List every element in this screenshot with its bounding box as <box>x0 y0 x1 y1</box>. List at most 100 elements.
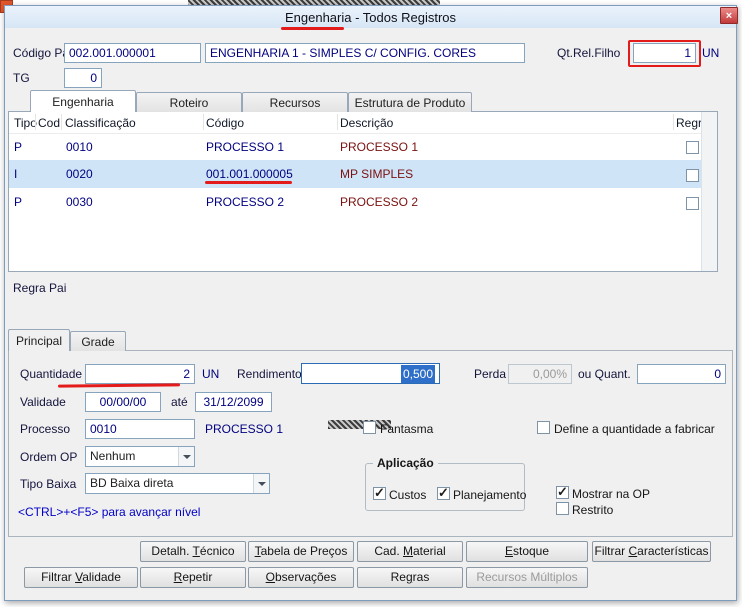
ou-quant-label: ou Quant. <box>578 367 631 381</box>
cad-material-button[interactable]: Cad. Material <box>357 541 463 562</box>
tab-grade[interactable]: Grade <box>70 331 126 351</box>
quantidade-field[interactable]: 2 <box>85 364 195 384</box>
grid-header-tipo[interactable]: Tipo <box>14 116 37 130</box>
chevron-down-icon[interactable] <box>253 474 269 493</box>
perda-label: Perda <box>474 367 506 381</box>
grid-row1-descricao[interactable]: PROCESSO 1 <box>340 140 418 154</box>
grid-header-descricao[interactable]: Descrição <box>340 116 393 130</box>
codigo-pai-label: Código Pai <box>13 46 72 60</box>
tipo-baixa-label: Tipo Baixa <box>20 477 76 491</box>
avancar-nivel-hint[interactable]: <CTRL>+<F5> para avançar nível <box>18 505 200 519</box>
button-text: écnico <box>200 544 235 558</box>
button-text: Recursos Múltiplos <box>476 570 577 584</box>
button-text: epetir <box>182 570 212 584</box>
grid-header-codigo[interactable]: Código <box>206 116 244 130</box>
grid-header-separator <box>673 114 674 130</box>
titlebar[interactable]: Engenharia - Todos Registros <box>5 6 736 28</box>
regras-button[interactable]: Regras <box>357 567 463 588</box>
custos-checkbox[interactable] <box>373 487 386 500</box>
grid-row2-tipo[interactable]: I <box>14 167 17 181</box>
fantasma-checkbox[interactable] <box>363 421 376 434</box>
ordem-op-value: Nenhum <box>86 447 178 466</box>
close-icon: × <box>726 10 732 22</box>
button-mnemonic: C <box>628 544 637 558</box>
quantidade-label: Quantidade <box>20 367 82 381</box>
grid-row3-codigo[interactable]: PROCESSO 2 <box>206 195 284 209</box>
rendimento-field[interactable]: 0,500 <box>301 363 440 384</box>
tab-roteiro[interactable]: Roteiro <box>136 92 242 112</box>
grid-row3-descricao[interactable]: PROCESSO 2 <box>340 195 418 209</box>
tab-principal[interactable]: Principal <box>8 329 70 351</box>
ate-field[interactable]: 31/12/2099 <box>195 392 272 412</box>
repetir-button[interactable]: Repetir <box>140 567 246 588</box>
button-text: ras <box>413 570 430 584</box>
grid-row2-descricao[interactable]: MP SIMPLES <box>340 167 413 181</box>
estoque-button[interactable]: Estoque <box>466 541 588 562</box>
restrito-label: Restrito <box>572 503 613 517</box>
grid-row2-regra-checkbox[interactable] <box>686 169 699 182</box>
button-text: aracterísticas <box>637 544 708 558</box>
tabela-de-precos-button[interactable]: Tabela de Preços <box>248 541 354 562</box>
grid-header-cod[interactable]: Cod <box>38 116 60 130</box>
grid-header-separator <box>61 114 62 130</box>
validade-label: Validade <box>20 395 66 409</box>
grid-row1-regra-checkbox[interactable] <box>686 141 699 154</box>
close-button[interactable]: × <box>720 7 738 24</box>
processo-desc-label: PROCESSO 1 <box>205 422 283 436</box>
define-quantidade-checkbox[interactable] <box>537 421 550 434</box>
button-mnemonic: O <box>266 570 275 584</box>
grid-row3-tipo[interactable]: P <box>14 195 22 209</box>
qt-rel-filho-label: Qt.Rel.Filho <box>557 46 620 60</box>
codigo-pai-desc-field[interactable]: ENGENHARIA 1 - SIMPLES C/ CONFIG. CORES <box>205 43 525 63</box>
grid-row3-classificacao[interactable]: 0030 <box>66 195 93 209</box>
planejamento-label: Planejamento <box>453 488 526 502</box>
button-text: alidade <box>82 570 121 584</box>
tipo-baixa-value: BD Baixa direta <box>86 474 253 493</box>
mostrar-na-op-checkbox[interactable] <box>556 486 569 499</box>
tg-field[interactable]: 0 <box>64 68 102 88</box>
grid-row1-classificacao[interactable]: 0010 <box>66 140 93 154</box>
grid-row1-tipo[interactable]: P <box>14 140 22 154</box>
tab-engenharia[interactable]: Engenharia <box>30 90 136 112</box>
button-text: bservações <box>275 570 336 584</box>
grid-row2-classificacao[interactable]: 0020 <box>66 167 93 181</box>
button-mnemonic: M <box>403 544 413 558</box>
button-text: Filtrar <box>41 570 75 584</box>
fantasma-label: Fantasma <box>380 422 433 436</box>
button-text: abela de Preços <box>261 544 348 558</box>
filtrar-validade-button[interactable]: Filtrar Validade <box>24 567 138 588</box>
grid-header-separator <box>35 114 36 130</box>
grid-row2-codigo[interactable]: 001.001.000005 <box>206 167 293 181</box>
ou-quant-field[interactable]: 0 <box>637 364 726 384</box>
grid-header-classificacao[interactable]: Classificação <box>65 116 136 130</box>
ordem-op-select[interactable]: Nenhum <box>85 446 195 467</box>
grid-row3-regra-checkbox[interactable] <box>686 197 699 210</box>
perda-field: 0,00% <box>508 364 572 384</box>
define-quantidade-label: Define a quantidade a fabricar <box>554 422 715 436</box>
processo-field[interactable]: 0010 <box>85 419 195 439</box>
filtrar-caracteristicas-button[interactable]: Filtrar Características <box>592 541 711 562</box>
button-text: Re <box>391 570 406 584</box>
grid-header-separator <box>203 114 204 130</box>
button-text: Detalh. <box>151 544 192 558</box>
qt-rel-filho-unit-label: UN <box>702 46 719 60</box>
annotation-title-underline <box>281 27 344 30</box>
chevron-down-icon[interactable] <box>178 447 194 466</box>
regra-pai-label: Regra Pai <box>13 281 66 295</box>
observacoes-button[interactable]: Observações <box>248 567 354 588</box>
planejamento-checkbox[interactable] <box>437 487 450 500</box>
tab-estrutura-de-produto[interactable]: Estrutura de Produto <box>348 92 472 112</box>
rendimento-label: Rendimento <box>237 367 302 381</box>
annotation-qt-rel-filho-box <box>628 40 701 67</box>
tipo-baixa-select[interactable]: BD Baixa direta <box>85 473 270 494</box>
button-text: Cad. <box>374 544 403 558</box>
grid-vertical-scrollbar[interactable] <box>701 112 717 271</box>
button-text: stoque <box>513 544 549 558</box>
codigo-pai-field[interactable]: 002.001.000001 <box>64 43 201 63</box>
button-mnemonic: T <box>193 544 200 558</box>
validade-field[interactable]: 00/00/00 <box>85 392 161 412</box>
tab-recursos[interactable]: Recursos <box>242 92 348 112</box>
restrito-checkbox[interactable] <box>556 502 569 515</box>
detalh-tecnico-button[interactable]: Detalh. Técnico <box>140 541 246 562</box>
grid-row1-codigo[interactable]: PROCESSO 1 <box>206 140 284 154</box>
